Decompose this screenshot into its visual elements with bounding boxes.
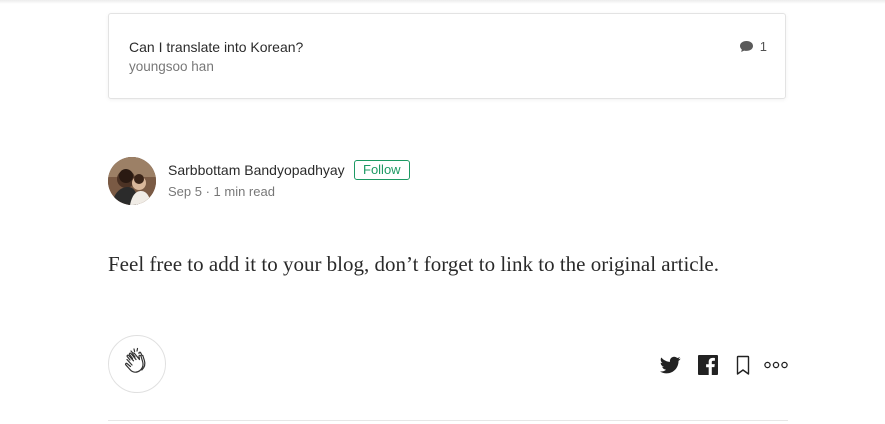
twitter-icon bbox=[658, 353, 682, 377]
response-count-value: 1 bbox=[759, 39, 767, 54]
follow-button[interactable]: Follow bbox=[354, 160, 410, 180]
more-icon bbox=[763, 353, 789, 377]
top-shadow bbox=[0, 0, 885, 4]
speech-bubble-icon bbox=[739, 40, 754, 53]
author-name[interactable]: Sarbbottam Bandyopadhyay bbox=[168, 162, 345, 178]
response-card[interactable]: Can I translate into Korean? youngsoo ha… bbox=[108, 13, 786, 99]
more-options-button[interactable] bbox=[763, 353, 789, 377]
clap-icon bbox=[121, 346, 153, 383]
facebook-icon bbox=[696, 353, 720, 377]
response-count[interactable]: 1 bbox=[739, 39, 767, 54]
share-twitter-button[interactable] bbox=[658, 353, 682, 377]
post-body: Feel free to add it to your blog, don’t … bbox=[108, 252, 719, 276]
bookmark-button[interactable] bbox=[731, 353, 755, 377]
bottom-divider bbox=[108, 420, 788, 421]
post-meta: Sep 5 · 1 min read bbox=[168, 184, 275, 199]
bookmark-icon bbox=[731, 353, 755, 377]
response-title[interactable]: Can I translate into Korean? bbox=[129, 39, 303, 55]
author-avatar[interactable] bbox=[108, 157, 156, 205]
clap-button[interactable] bbox=[108, 335, 166, 393]
response-author[interactable]: youngsoo han bbox=[129, 59, 214, 74]
share-facebook-button[interactable] bbox=[696, 353, 720, 377]
